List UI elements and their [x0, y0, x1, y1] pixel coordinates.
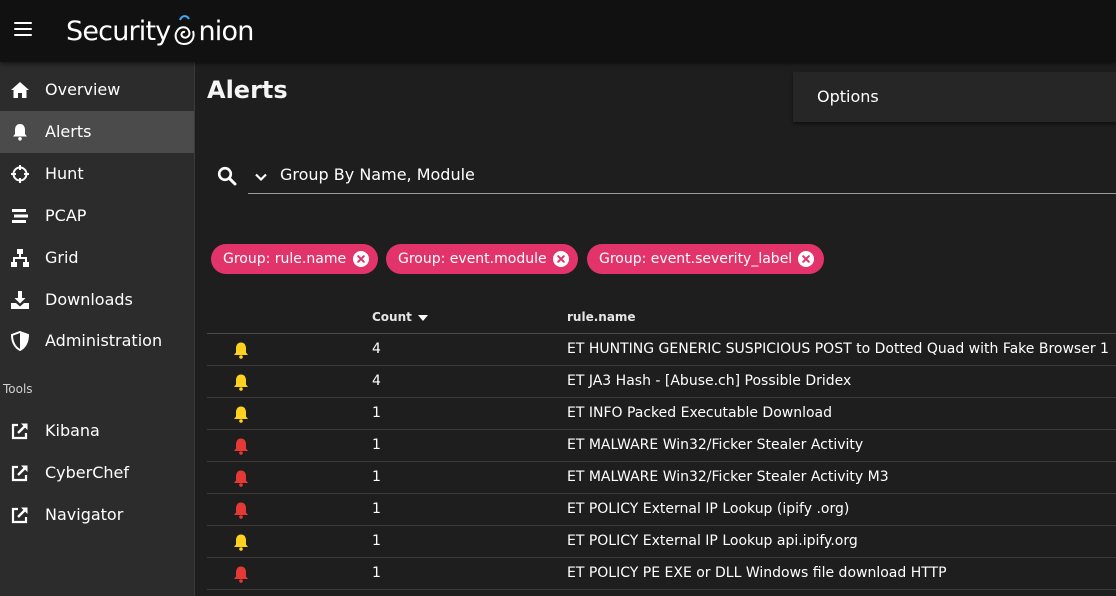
bell-icon[interactable]	[233, 374, 249, 391]
table-row[interactable]: 1 ET MALWARE Win32/Ficker Stealer Activit…	[207, 462, 1116, 494]
count-cell: 1	[372, 565, 381, 581]
stream-icon	[10, 206, 30, 226]
rule-name-cell[interactable]: ET POLICY External IP Lookup api.ipify.o…	[567, 533, 858, 549]
sidebar-item-label: Navigator	[45, 505, 124, 524]
shield-icon	[10, 331, 30, 351]
top-bar: Security nion	[0, 0, 1116, 62]
sidebar-item-pcap[interactable]: PCAP	[0, 195, 194, 237]
table-row[interactable]: 1 ET POLICY External IP Lookup api.ipify.…	[207, 526, 1116, 558]
close-icon[interactable]	[353, 251, 369, 267]
sidebar-item-navigator[interactable]: Navigator	[0, 494, 194, 536]
bell-icon	[10, 122, 30, 142]
sidebar-item-kibana[interactable]: Kibana	[0, 410, 194, 452]
sidebar-item-label: Grid	[45, 248, 79, 267]
count-cell: 1	[372, 501, 381, 517]
rule-name-cell[interactable]: ET MALWARE Win32/Ficker Stealer Activity	[567, 437, 863, 453]
chevron-down-icon[interactable]	[254, 170, 268, 184]
sidebar-item-label: CyberChef	[45, 463, 130, 482]
sidebar-item-overview[interactable]: Overview	[0, 69, 194, 111]
logo-text-left: Security	[66, 15, 171, 47]
query-value: Group By Name, Module	[280, 165, 475, 184]
column-header-label: Count	[372, 310, 412, 324]
tools-section-header: Tools	[3, 382, 33, 396]
sidebar-item-label: Alerts	[45, 122, 92, 141]
table-row[interactable]: 4 ET HUNTING GENERIC SUSPICIOUS POST to D…	[207, 334, 1116, 366]
bell-icon[interactable]	[233, 534, 249, 551]
crosshairs-icon	[10, 164, 30, 184]
sidebar-item-alerts[interactable]: Alerts	[0, 111, 194, 153]
chip-label: Group: event.module	[398, 251, 547, 267]
home-icon	[10, 80, 30, 100]
sidebar-item-label: Administration	[45, 331, 163, 350]
external-link-icon	[10, 505, 30, 525]
bell-icon[interactable]	[233, 502, 249, 519]
bell-icon[interactable]	[233, 406, 249, 423]
bell-icon[interactable]	[233, 566, 249, 583]
sidebar-item-downloads[interactable]: Downloads	[0, 279, 194, 321]
rule-name-cell[interactable]: ET MALWARE Win32/Ficker Stealer Activity…	[567, 469, 889, 485]
options-panel[interactable]: Options	[793, 72, 1116, 122]
table-row[interactable]: 1 ET INFO Packed Executable Download	[207, 398, 1116, 430]
group-chip-rule-name[interactable]: Group: rule.name	[211, 244, 378, 274]
sidebar-item-label: Downloads	[45, 290, 133, 309]
column-header-rule-name[interactable]: rule.name	[567, 310, 636, 324]
count-cell: 1	[372, 533, 381, 549]
sidebar-item-hunt[interactable]: Hunt	[0, 153, 194, 195]
rule-name-cell[interactable]: ET POLICY PE EXE or DLL Windows file dow…	[567, 565, 947, 581]
close-icon[interactable]	[553, 251, 569, 267]
search-icon[interactable]	[217, 166, 237, 186]
group-chip-event-severity-label[interactable]: Group: event.severity_label	[587, 244, 824, 274]
table-header: Count rule.name	[207, 300, 1116, 334]
sidebar-item-label: Kibana	[45, 421, 100, 440]
column-header-count[interactable]: Count	[372, 310, 428, 324]
bell-icon[interactable]	[233, 470, 249, 487]
page-title: Alerts	[207, 76, 288, 104]
options-label: Options	[817, 87, 879, 106]
chip-label: Group: rule.name	[223, 251, 347, 267]
download-icon	[10, 290, 30, 310]
rule-name-cell[interactable]: ET POLICY External IP Lookup (ipify .org…	[567, 501, 849, 517]
table-row[interactable]: 1 ET MALWARE Win32/Ficker Stealer Activit…	[207, 430, 1116, 462]
chip-label: Group: event.severity_label	[599, 251, 793, 267]
sidebar-item-administration[interactable]: Administration	[0, 320, 194, 362]
external-link-icon	[10, 421, 30, 441]
table-row[interactable]: 1 ET POLICY PE EXE or DLL Windows file do…	[207, 558, 1116, 590]
bell-icon[interactable]	[233, 438, 249, 455]
group-chip-event-module[interactable]: Group: event.module	[386, 244, 578, 274]
count-cell: 1	[372, 405, 381, 421]
count-cell: 4	[372, 373, 381, 389]
external-link-icon	[10, 463, 30, 483]
main-content: Alerts Options Group By Name, Module Gro…	[195, 62, 1116, 596]
count-cell: 1	[372, 469, 381, 485]
sidebar-item-label: Hunt	[45, 164, 84, 183]
close-icon[interactable]	[798, 251, 814, 267]
table-row[interactable]: 1 ET POLICY External IP Lookup (ipify .or…	[207, 494, 1116, 526]
sort-desc-icon	[417, 314, 428, 321]
count-cell: 1	[372, 437, 381, 453]
security-onion-logo: Security nion	[66, 8, 254, 54]
sidebar-item-grid[interactable]: Grid	[0, 237, 194, 279]
onion-swirl-icon	[175, 15, 196, 45]
alerts-table: Count rule.name 4 ET HUNTING GENERIC SUSP…	[207, 300, 1116, 590]
sidebar-item-cyberchef[interactable]: CyberChef	[0, 452, 194, 494]
sitemap-icon	[10, 248, 30, 268]
rule-name-cell[interactable]: ET JA3 Hash - [Abuse.ch] Possible Dridex	[567, 373, 851, 389]
menu-icon[interactable]	[14, 22, 32, 36]
sidebar-item-label: PCAP	[45, 206, 87, 225]
count-cell: 4	[372, 341, 381, 357]
rule-name-cell[interactable]: ET HUNTING GENERIC SUSPICIOUS POST to Do…	[567, 341, 1109, 357]
query-select[interactable]: Group By Name, Module	[248, 157, 1116, 194]
rule-name-cell[interactable]: ET INFO Packed Executable Download	[567, 405, 832, 421]
logo-text-right: nion	[198, 15, 254, 47]
bell-icon[interactable]	[233, 342, 249, 359]
sidebar: Overview Alerts Hunt PCAP Grid Downloads	[0, 62, 195, 596]
sidebar-item-label: Overview	[45, 80, 121, 99]
table-row[interactable]: 4 ET JA3 Hash - [Abuse.ch] Possible Dride…	[207, 366, 1116, 398]
